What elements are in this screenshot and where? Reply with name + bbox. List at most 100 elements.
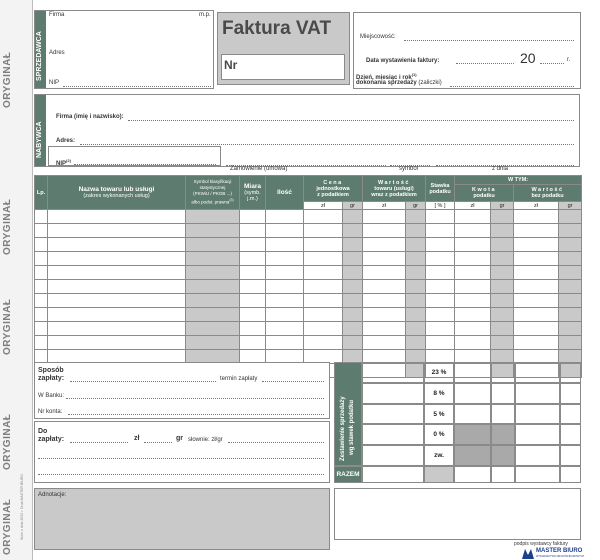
amount-words-field-2[interactable] (38, 458, 324, 459)
table-cell[interactable] (558, 293, 583, 308)
table-cell[interactable] (362, 321, 406, 336)
summary-cell[interactable] (362, 424, 424, 446)
table-cell[interactable] (425, 307, 456, 322)
table-cell[interactable] (490, 307, 515, 322)
table-cell[interactable] (454, 321, 492, 336)
table-cell[interactable] (404, 307, 427, 322)
table-cell[interactable] (425, 251, 456, 266)
summary-cell[interactable] (454, 403, 491, 425)
table-cell[interactable] (265, 209, 304, 224)
table-cell[interactable] (239, 321, 266, 336)
table-cell[interactable] (490, 265, 515, 280)
table-cell[interactable] (558, 335, 583, 350)
buyer-nip-field[interactable] (74, 164, 216, 165)
summary-total-cell[interactable] (491, 466, 515, 483)
table-cell[interactable] (303, 265, 343, 280)
summary-cell[interactable] (560, 403, 581, 425)
table-cell[interactable] (239, 279, 266, 294)
table-cell[interactable] (34, 265, 48, 280)
table-cell[interactable] (185, 251, 240, 266)
table-cell[interactable] (513, 279, 560, 294)
table-cell[interactable] (404, 321, 427, 336)
table-cell[interactable] (490, 237, 515, 252)
table-cell[interactable] (454, 251, 492, 266)
invoice-number-field[interactable] (221, 54, 345, 80)
table-cell[interactable] (265, 223, 304, 238)
table-cell[interactable] (404, 279, 427, 294)
payment-method-field[interactable] (70, 381, 216, 382)
table-cell[interactable] (490, 293, 515, 308)
table-cell[interactable] (558, 223, 583, 238)
summary-cell[interactable] (515, 382, 560, 404)
table-cell[interactable] (513, 307, 560, 322)
table-cell[interactable] (362, 307, 406, 322)
table-cell[interactable] (265, 279, 304, 294)
table-cell[interactable] (513, 321, 560, 336)
summary-total-cell[interactable] (424, 466, 454, 483)
table-cell[interactable] (490, 251, 515, 266)
table-cell[interactable] (47, 307, 186, 322)
summary-cell[interactable] (560, 424, 581, 446)
summary-cell[interactable] (362, 382, 424, 404)
summary-cell[interactable] (560, 362, 581, 383)
summary-total-cell[interactable] (560, 466, 581, 483)
order-field[interactable] (226, 165, 386, 166)
account-field[interactable] (68, 414, 324, 415)
table-cell[interactable] (342, 293, 363, 308)
table-cell[interactable] (303, 251, 343, 266)
table-cell[interactable] (47, 265, 186, 280)
table-cell[interactable] (342, 265, 363, 280)
table-cell[interactable] (490, 209, 515, 224)
table-cell[interactable] (265, 237, 304, 252)
summary-cell[interactable] (491, 382, 515, 404)
table-cell[interactable] (404, 293, 427, 308)
table-cell[interactable] (47, 321, 186, 336)
table-cell[interactable] (362, 223, 406, 238)
table-cell[interactable] (265, 265, 304, 280)
table-cell[interactable] (303, 307, 343, 322)
table-cell[interactable] (362, 237, 406, 252)
table-cell[interactable] (185, 279, 240, 294)
table-cell[interactable] (34, 307, 48, 322)
table-cell[interactable] (239, 335, 266, 350)
table-cell[interactable] (454, 237, 492, 252)
buyer-firm-field[interactable] (128, 120, 574, 121)
order-symbol-field[interactable] (390, 165, 430, 166)
table-cell[interactable] (404, 251, 427, 266)
table-cell[interactable] (362, 209, 406, 224)
summary-cell[interactable] (560, 445, 581, 466)
table-cell[interactable] (558, 307, 583, 322)
table-cell[interactable] (239, 251, 266, 266)
bank-field[interactable] (66, 398, 324, 399)
table-cell[interactable] (239, 237, 266, 252)
table-cell[interactable] (558, 321, 583, 336)
summary-cell[interactable] (454, 362, 491, 383)
table-cell[interactable] (558, 237, 583, 252)
table-cell[interactable] (513, 293, 560, 308)
table-cell[interactable] (404, 223, 427, 238)
table-cell[interactable] (47, 237, 186, 252)
table-cell[interactable] (342, 279, 363, 294)
summary-total-cell[interactable] (362, 466, 424, 483)
table-cell[interactable] (185, 237, 240, 252)
table-cell[interactable] (185, 223, 240, 238)
table-cell[interactable] (303, 293, 343, 308)
issue-date-field[interactable] (456, 63, 514, 64)
table-cell[interactable] (425, 279, 456, 294)
summary-cell[interactable] (491, 362, 515, 383)
table-cell[interactable] (342, 321, 363, 336)
table-cell[interactable] (425, 321, 456, 336)
table-cell[interactable] (454, 293, 492, 308)
summary-cell[interactable] (362, 362, 424, 383)
signature-box[interactable] (334, 488, 581, 540)
amount-words-field-3[interactable] (38, 474, 324, 475)
table-cell[interactable] (425, 265, 456, 280)
summary-cell[interactable] (560, 382, 581, 404)
table-cell[interactable] (342, 335, 363, 350)
table-cell[interactable] (513, 265, 560, 280)
table-cell[interactable] (185, 335, 240, 350)
table-cell[interactable] (404, 265, 427, 280)
order-date-field[interactable] (436, 165, 574, 166)
table-cell[interactable] (239, 223, 266, 238)
summary-cell[interactable] (515, 424, 560, 446)
